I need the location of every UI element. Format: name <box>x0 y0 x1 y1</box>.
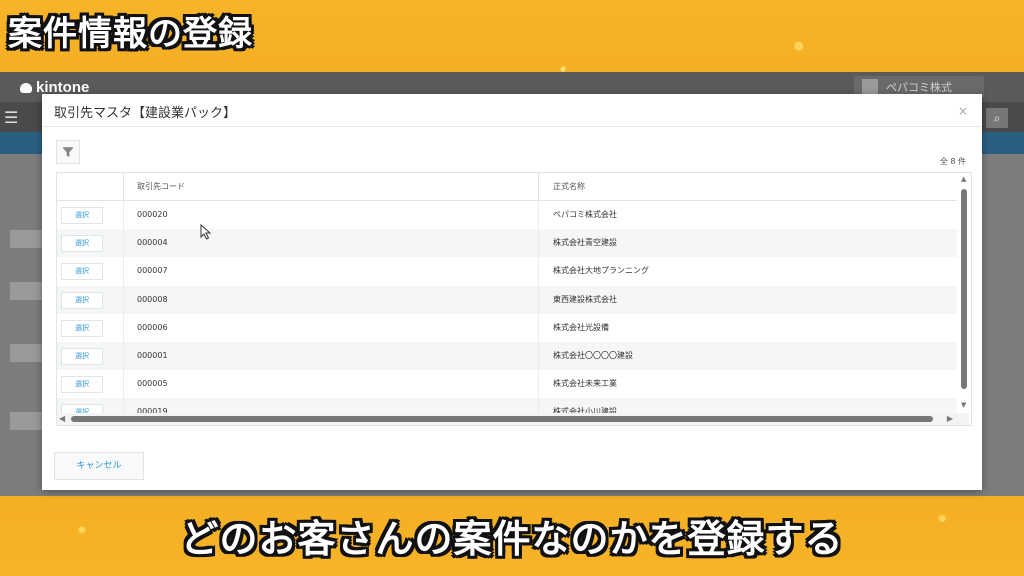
column-header-code[interactable]: 取引先コード <box>123 173 539 200</box>
divider <box>42 126 982 127</box>
cell-name: 株式会社青空建設 <box>553 238 617 248</box>
user-name: ペパコミ株式 <box>886 81 952 94</box>
table-row: 選択 000004 株式会社青空建設 <box>57 229 957 258</box>
column-header-name[interactable]: 正式名称 <box>539 173 957 200</box>
column-header-select <box>57 173 124 200</box>
cell-code: 000008 <box>123 285 539 314</box>
table-row: 選択 000007 株式会社大地プランニング <box>57 257 957 286</box>
cancel-button[interactable]: キャンセル <box>54 452 144 480</box>
kintone-logo-icon <box>20 83 32 93</box>
cell-name: ペパコミ株式会社 <box>553 210 617 219</box>
close-icon[interactable]: × <box>958 104 968 118</box>
background-field <box>10 230 44 248</box>
background-field <box>10 344 44 362</box>
scrollbar-thumb[interactable] <box>71 416 933 422</box>
select-button[interactable]: 選択 <box>61 376 103 394</box>
table-header: 取引先コード 正式名称 <box>57 173 957 201</box>
vertical-scrollbar[interactable]: ▲ ▼ <box>960 175 969 410</box>
mouse-pointer-icon <box>200 224 212 240</box>
table-body: 選択 000020 ペパコミ株式会社 選択 000004 株式会社青空建設 選択… <box>57 201 957 425</box>
menu-icon[interactable]: ☰ <box>4 108 18 127</box>
cell-name: 株式会社〇〇〇〇建設 <box>553 350 633 360</box>
table-row: 選択 000008 東西建設株式会社 <box>57 285 957 314</box>
table-row: 選択 000001 株式会社〇〇〇〇建設 <box>57 341 957 371</box>
scroll-up-icon[interactable]: ▲ <box>961 175 966 183</box>
lookup-dialog: 取引先マスタ【建設業パック】 × 全 8 件 取引先コード 正式名称 選択 00… <box>42 94 982 490</box>
select-button[interactable]: 選択 <box>61 347 103 365</box>
select-button[interactable]: 選択 <box>61 235 103 253</box>
table-row: 選択 000005 株式会社未来工業 <box>57 370 957 399</box>
cell-code: 000004 <box>123 229 539 258</box>
background-field <box>10 412 44 430</box>
search-icon[interactable]: ⌕ <box>986 108 1008 128</box>
scroll-down-icon[interactable]: ▼ <box>961 401 966 409</box>
avatar <box>862 79 878 95</box>
cell-code: 000020 <box>123 201 539 229</box>
record-count: 全 8 件 <box>939 157 966 166</box>
cell-name: 株式会社大地プランニング <box>553 266 649 276</box>
filter-button[interactable] <box>56 140 80 164</box>
cell-name: 東西建設株式会社 <box>553 294 617 304</box>
top-caption: 案件情報の登録 <box>8 14 253 54</box>
filter-icon <box>62 147 74 157</box>
cell-name: 株式会社光設備 <box>553 322 609 332</box>
select-button[interactable]: 選択 <box>61 319 103 337</box>
scroll-left-icon[interactable]: ◀ <box>59 414 65 423</box>
dialog-title: 取引先マスタ【建設業パック】 <box>54 106 237 121</box>
lookup-table: 取引先コード 正式名称 選択 000020 ペパコミ株式会社 選択 000004… <box>56 172 972 426</box>
select-button[interactable]: 選択 <box>61 207 103 224</box>
cell-code: 000007 <box>123 257 539 286</box>
background-field <box>10 282 44 300</box>
table-row: 選択 000006 株式会社光設備 <box>57 313 957 342</box>
cell-code: 000006 <box>123 313 539 342</box>
horizontal-scrollbar[interactable]: ◀ ▶ <box>57 413 969 425</box>
scrollbar-thumb[interactable] <box>961 189 967 389</box>
scroll-right-icon[interactable]: ▶ <box>947 414 953 423</box>
cell-code: 000005 <box>123 370 539 399</box>
bottom-caption: どのお客さんの案件なのかを登録する <box>180 517 844 561</box>
select-button[interactable]: 選択 <box>61 263 103 281</box>
cell-name: 株式会社未来工業 <box>553 379 617 389</box>
cell-code: 000001 <box>123 341 539 370</box>
table-row: 選択 000020 ペパコミ株式会社 <box>57 201 957 229</box>
select-button[interactable]: 選択 <box>61 291 103 309</box>
